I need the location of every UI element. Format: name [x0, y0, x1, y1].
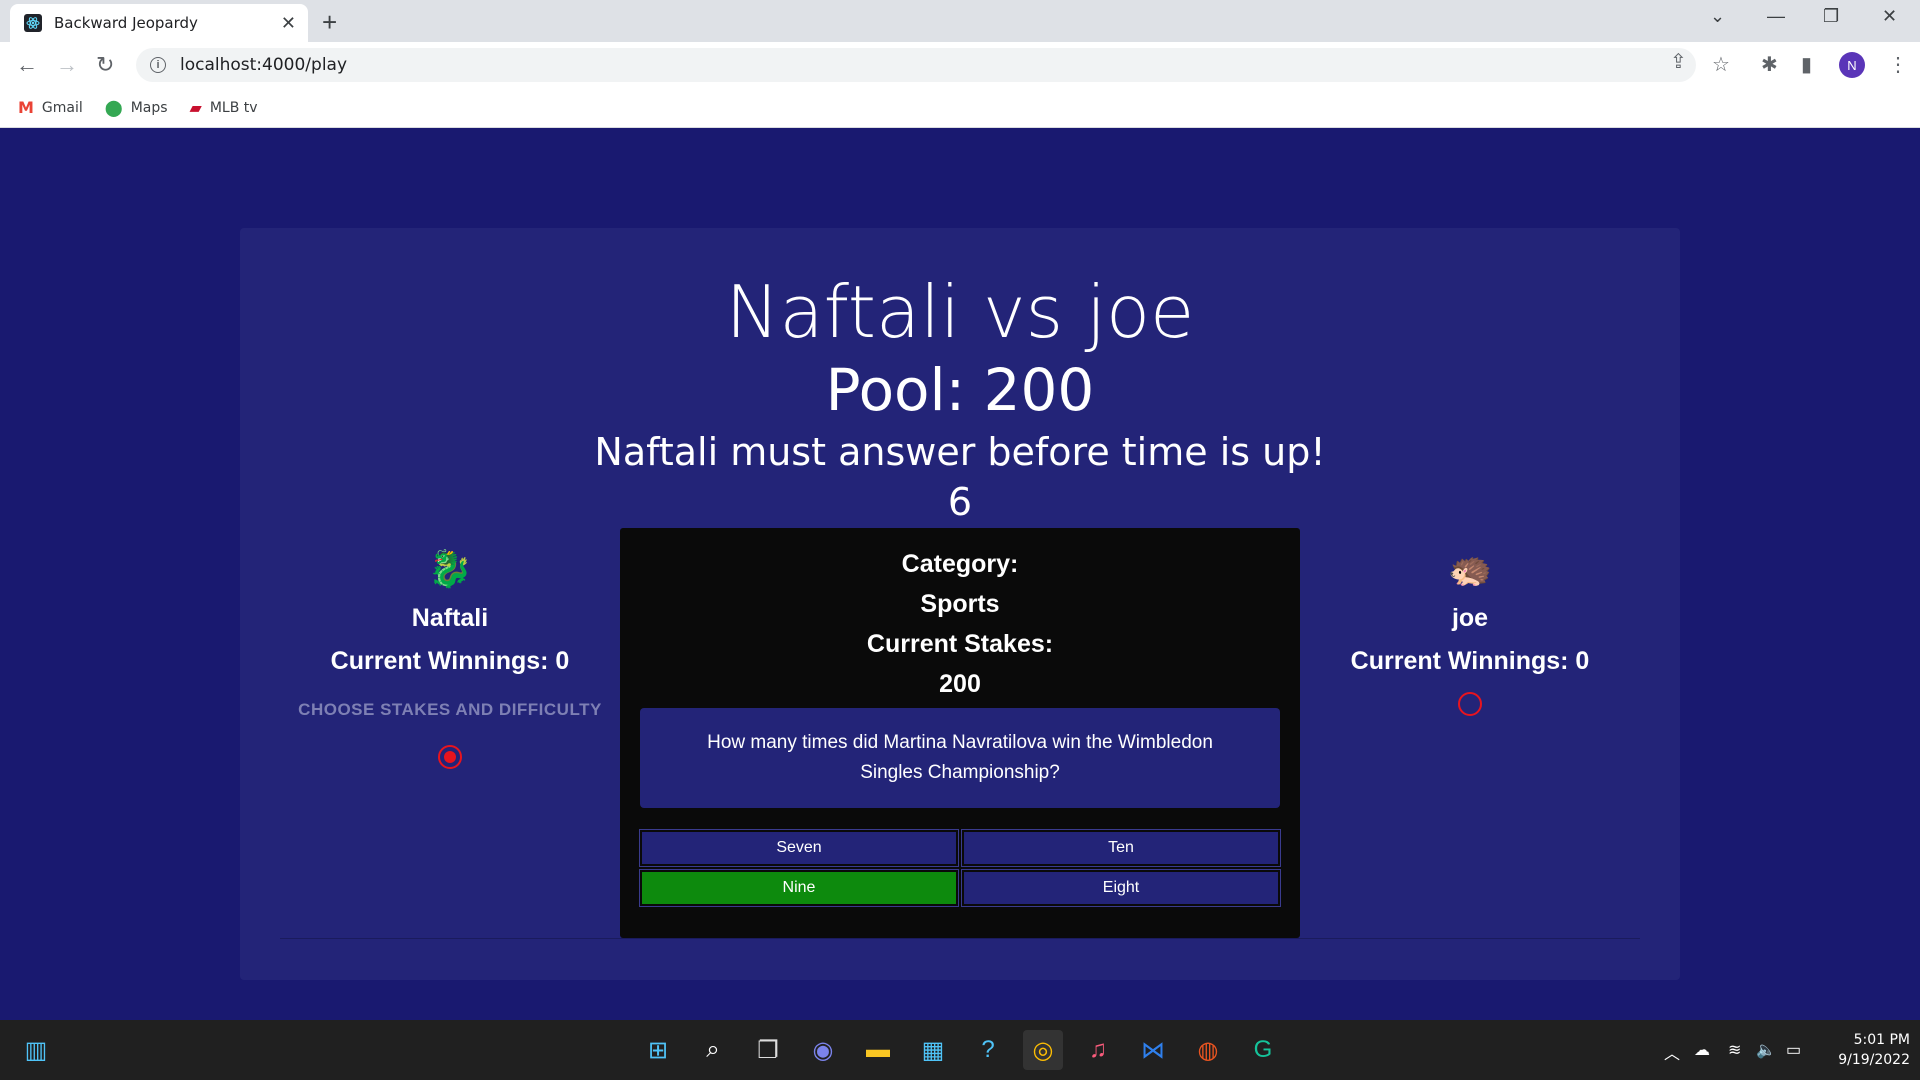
- mlb-icon: ▰: [189, 98, 202, 117]
- maps-icon: ⬤: [104, 98, 123, 117]
- player-panel-1: 🐉 Naftali Current Winnings: 0 CHOOSE STA…: [260, 548, 640, 769]
- bookmarks-bar: M Gmail ⬤ Maps ▰ MLB tv: [0, 88, 1920, 128]
- answer-button-correct[interactable]: Nine: [639, 869, 959, 907]
- grammarly-icon[interactable]: G: [1243, 1030, 1283, 1070]
- chat-icon[interactable]: ◉: [803, 1030, 843, 1070]
- chevron-down-icon[interactable]: ⌄: [1710, 6, 1725, 27]
- bookmark-label: Maps: [130, 99, 168, 116]
- tab-title: Backward Jeopardy: [54, 14, 198, 32]
- player-name: joe: [1451, 604, 1489, 632]
- cloud-icon[interactable]: ☁: [1694, 1040, 1710, 1060]
- status-message: Naftali must answer before time is up!: [594, 430, 1326, 474]
- question-panel: Category: Sports Current Stakes: 200 How…: [620, 528, 1300, 938]
- react-icon: [24, 14, 42, 32]
- creature-icon: 🦔: [1447, 548, 1493, 589]
- answer-button[interactable]: Eight: [961, 869, 1281, 907]
- start-icon[interactable]: ⊞: [638, 1030, 678, 1070]
- question-text: How many times did Martina Navratilova w…: [640, 708, 1280, 808]
- stakes-hint: CHOOSE STAKES AND DIFFICULTY: [298, 700, 602, 719]
- file-explorer-icon[interactable]: ▬: [858, 1030, 898, 1070]
- game-title: Naftali vs joe: [725, 270, 1195, 354]
- app-background: Naftali vs joe Pool: 200 Naftali must an…: [0, 128, 1920, 1020]
- countdown-timer: 6: [947, 480, 973, 524]
- minimize-icon[interactable]: —: [1767, 6, 1785, 27]
- task-view-icon[interactable]: ❐: [748, 1030, 788, 1070]
- taskbar-clock[interactable]: 5:01 PM 9/19/2022: [1820, 1030, 1910, 1070]
- dragon-icon: 🐉: [427, 548, 473, 589]
- volume-icon[interactable]: 🔈: [1756, 1040, 1776, 1060]
- forward-icon[interactable]: →: [56, 52, 78, 78]
- browser-tab[interactable]: Backward Jeopardy ✕: [10, 4, 308, 42]
- extensions-icon[interactable]: ✱: [1761, 52, 1778, 77]
- share-icon[interactable]: ⇪: [1670, 49, 1687, 74]
- gmail-icon: M: [18, 98, 34, 117]
- bookmark-mlb[interactable]: ▰ MLB tv: [190, 98, 258, 117]
- widgets-icon[interactable]: ▥: [16, 1030, 56, 1070]
- player-winnings: Current Winnings: 0: [330, 647, 570, 675]
- info-icon[interactable]: i: [150, 57, 166, 73]
- profile-avatar[interactable]: N: [1839, 52, 1865, 78]
- battery-icon[interactable]: ▭: [1786, 1040, 1801, 1060]
- bookmark-maps[interactable]: ⬤ Maps: [105, 98, 168, 117]
- game-card: Naftali vs joe Pool: 200 Naftali must an…: [240, 228, 1680, 980]
- answer-button[interactable]: Seven: [639, 829, 959, 867]
- category-value: Sports: [920, 590, 1000, 618]
- stakes-value: 200: [939, 670, 981, 698]
- new-tab-icon[interactable]: +: [322, 7, 337, 38]
- music-icon[interactable]: ♫: [1078, 1030, 1118, 1070]
- player-radio-selected[interactable]: [438, 745, 462, 769]
- chrome-icon[interactable]: ◎: [1023, 1030, 1063, 1070]
- player-winnings: Current Winnings: 0: [1350, 647, 1590, 675]
- help-icon[interactable]: ?: [968, 1030, 1008, 1070]
- reload-icon[interactable]: ↻: [96, 52, 114, 78]
- stakes-label: Current Stakes:: [866, 630, 1054, 658]
- store-icon[interactable]: ▦: [913, 1030, 953, 1070]
- bookmark-label: Gmail: [41, 99, 83, 116]
- clock-time: 5:01 PM: [1853, 1032, 1910, 1048]
- answer-button[interactable]: Ten: [961, 829, 1281, 867]
- player-panel-2: 🦔 joe Current Winnings: 0: [1280, 548, 1660, 716]
- vscode-icon[interactable]: ⋈: [1133, 1030, 1173, 1070]
- address-bar[interactable]: i localhost:4000/play: [136, 48, 1696, 82]
- back-icon[interactable]: ←: [16, 52, 38, 78]
- ubuntu-icon[interactable]: ◍: [1188, 1030, 1228, 1070]
- player-name: Naftali: [411, 604, 489, 632]
- taskbar: ▥ ⊞ ⌕ ❐ ◉ ▬ ▦ ? ◎ ♫ ⋈ ◍ G ︿ ☁ ≋ 🔈 ▭ 5:01…: [0, 1020, 1920, 1080]
- bookmark-gmail[interactable]: M Gmail: [18, 98, 83, 117]
- pool-amount: Pool: 200: [825, 356, 1095, 424]
- bookmark-label: MLB tv: [209, 99, 258, 116]
- divider: [280, 938, 1640, 939]
- category-label: Category:: [901, 550, 1019, 578]
- window-close-icon[interactable]: ✕: [1882, 6, 1897, 27]
- wifi-icon[interactable]: ≋: [1728, 1040, 1741, 1060]
- close-icon[interactable]: ✕: [281, 13, 296, 34]
- clock-date: 9/19/2022: [1838, 1052, 1910, 1068]
- browser-tabbar: Backward Jeopardy ✕ + ⌄ — ❐ ✕: [0, 0, 1920, 42]
- restore-icon[interactable]: ❐: [1823, 6, 1839, 27]
- answer-grid: Seven Ten Nine Eight: [639, 829, 1281, 907]
- side-panel-icon[interactable]: ▮: [1801, 52, 1812, 77]
- star-icon[interactable]: ☆: [1712, 52, 1730, 77]
- search-icon[interactable]: ⌕: [693, 1030, 733, 1070]
- url-text: localhost:4000/play: [180, 55, 348, 75]
- player-radio[interactable]: [1458, 692, 1482, 716]
- chevron-up-icon[interactable]: ︿: [1664, 1040, 1680, 1064]
- browser-toolbar: ← → ↻ i localhost:4000/play ⇪ ☆ ✱ ▮ N ⋮: [0, 42, 1920, 88]
- menu-icon[interactable]: ⋮: [1888, 52, 1908, 77]
